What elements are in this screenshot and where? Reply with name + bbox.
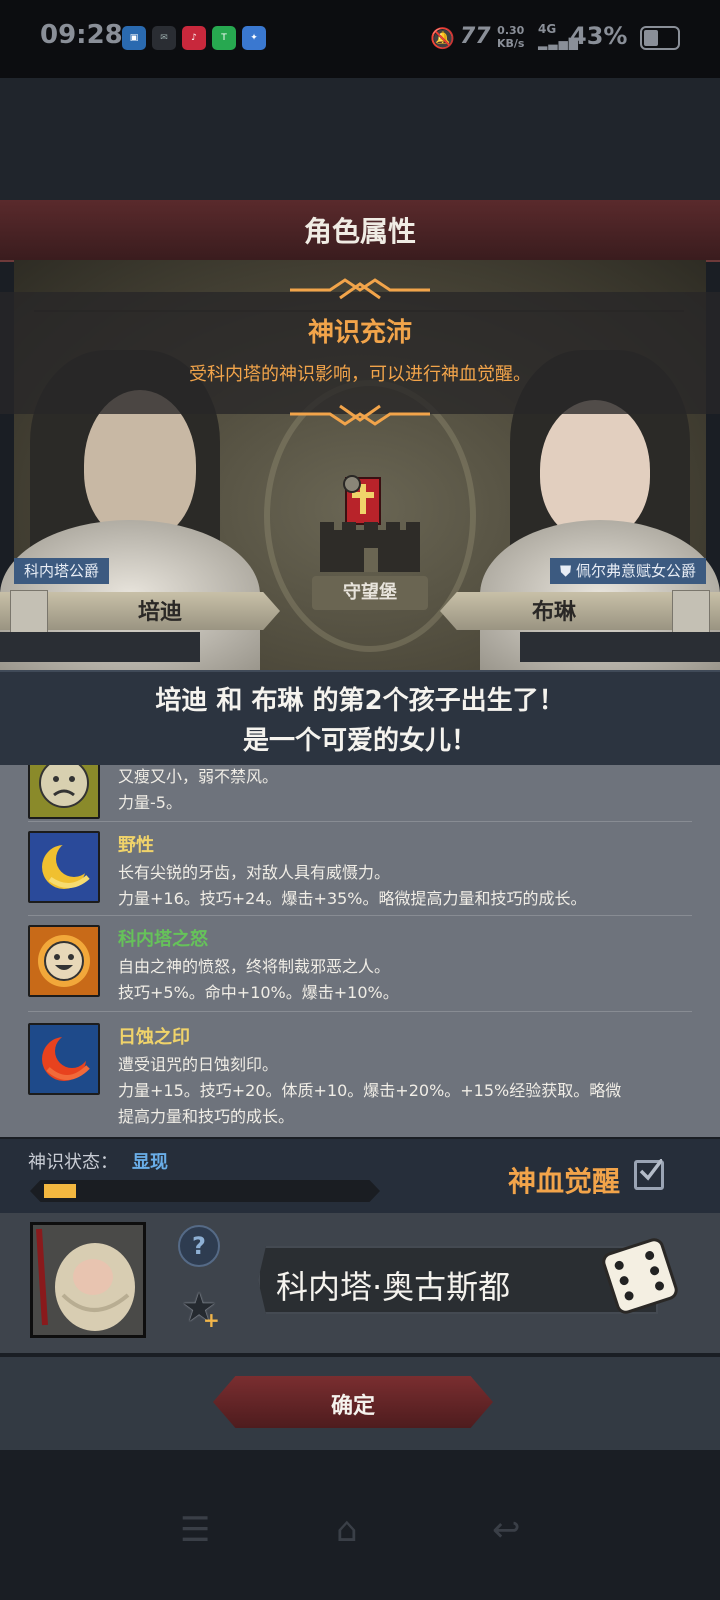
trait-name: 科内塔之怒: [118, 929, 208, 950]
crescent-moon-icon: [28, 831, 100, 903]
ornament-bottom: [290, 404, 430, 426]
progress-fill: [44, 1184, 76, 1198]
trait-desc: 又瘦又小，弱不禁风。: [118, 767, 279, 786]
question-icon[interactable]: ?: [178, 1225, 220, 1267]
confirm-label[interactable]: 确定: [213, 1388, 493, 1420]
father-title-tag: 科内塔公爵: [14, 558, 110, 584]
network-speed: 0.30 KB/s: [497, 24, 525, 50]
divider: [28, 1011, 692, 1012]
home-icon[interactable]: ⌂: [336, 1510, 358, 1550]
eclipse-icon: [28, 1023, 100, 1095]
trait-stats: 力量+15。技巧+20。体质+10。爆击+20%。+15%经验获取。略微: [118, 1081, 622, 1100]
bloodline-awaken-label[interactable]: 神血觉醒: [508, 1160, 620, 1200]
baby-avatar[interactable]: [30, 1222, 146, 1338]
notice-description: 受科内塔的神识影响，可以进行神血觉醒。: [189, 364, 531, 385]
mute-bell-icon: 🔕: [430, 26, 455, 50]
ornament-top: [290, 278, 430, 300]
notice-overlay: [0, 292, 720, 414]
divine-progress-bar: [30, 1180, 380, 1202]
notice-title: 神识充沛: [307, 318, 412, 348]
tiktok-icon: ♪: [182, 26, 206, 50]
battery-percent: 43%: [570, 22, 628, 50]
battery-icon: [640, 26, 680, 50]
divine-state-value: 显现: [132, 1152, 168, 1173]
notification-app-icon: ✉: [152, 26, 176, 50]
father-name: 培迪: [137, 600, 182, 625]
menu-icon[interactable]: ☰: [180, 1510, 210, 1550]
tap-app-icon: T: [212, 26, 236, 50]
father-bar: [0, 632, 200, 662]
bloodline-awaken-checkbox[interactable]: [634, 1159, 664, 1190]
traits-list[interactable]: 又瘦又小，弱不禁风。 力量-5。 野性 长有尖锐的牙齿，对敌人具有威慑力。 力量…: [0, 765, 720, 1137]
smiling-sun-icon: [28, 925, 100, 997]
birth-message-line1: 培迪 和 布琳 的第2个孩子出生了！: [155, 686, 565, 716]
back-icon[interactable]: ↩: [492, 1510, 521, 1550]
trait-stats: 力量-5。: [118, 793, 182, 812]
divider: [28, 915, 692, 916]
trait-desc: 自由之神的愤怒，终将制裁邪恶之人。: [118, 957, 391, 976]
sad-face-icon: [28, 765, 100, 819]
mother-name: 布琳: [531, 600, 576, 625]
birth-message-line2: 是一个可爱的女儿！: [242, 726, 477, 756]
mother-title-tag: ⛊ 佩尔弗意赋女公爵: [549, 558, 706, 584]
castle-icon[interactable]: [316, 472, 424, 576]
notification-app-icon: ▣: [122, 26, 146, 50]
trait-desc: 遭受诅咒的日蚀刻印。: [118, 1055, 279, 1074]
trait-stats: 技巧+5%。命中+10%。爆击+10%。: [118, 983, 399, 1002]
castle-label: 守望堡: [312, 576, 428, 610]
divine-state-label: 神识状态：: [28, 1152, 118, 1173]
trait-stats: 力量+16。技巧+24。爆击+35%。略微提高力量和技巧的成长。: [118, 889, 587, 908]
page-title: 角色属性: [303, 215, 416, 248]
trait-name: 野性: [118, 835, 154, 856]
system-nav-bar: [0, 1450, 720, 1600]
carrier-icon: 77: [460, 24, 491, 49]
trait-stats-cont: 提高力量和技巧的成长。: [118, 1107, 295, 1126]
bird-app-icon: ✦: [242, 26, 266, 50]
trait-name: 日蚀之印: [118, 1027, 190, 1048]
top-band: [0, 78, 720, 200]
plus-icon: +: [203, 1308, 220, 1332]
trait-desc: 长有尖锐的牙齿，对敌人具有威慑力。: [118, 863, 391, 882]
status-time: 09:28: [40, 20, 123, 50]
divider: [28, 821, 692, 822]
mother-title-text: 佩尔弗意赋女公爵: [575, 562, 696, 580]
check-icon: [639, 1159, 662, 1181]
rank-icon: ⛊: [559, 562, 576, 580]
child-name[interactable]: 科内塔·奥古斯都: [276, 1262, 510, 1308]
mother-bar: [520, 632, 720, 662]
